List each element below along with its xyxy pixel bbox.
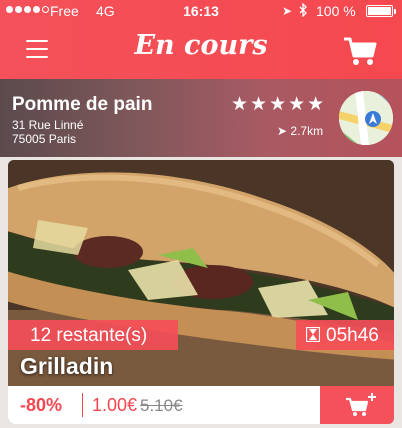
- battery-percent: 100 %: [316, 3, 356, 19]
- shop-address-street: 31 Rue Linné: [12, 118, 84, 132]
- timer-value: 05h46: [326, 325, 379, 346]
- distance-value: 2.7km: [290, 124, 324, 138]
- app-header: Free 4G 16:13 ➤ 100 % En cours: [0, 0, 402, 79]
- cart-button[interactable]: [343, 36, 377, 66]
- battery-icon: [366, 5, 396, 17]
- product-card[interactable]: 12 restante(s) 05h46 Grilladin -80% 1.00…: [8, 160, 394, 424]
- product-name: Grilladin: [20, 353, 114, 379]
- discount-badge: -80%: [20, 395, 63, 415]
- bluetooth-icon: [299, 2, 308, 20]
- cart-icon: [344, 37, 377, 65]
- status-bar: Free 4G 16:13 ➤ 100 %: [0, 0, 402, 22]
- map-button[interactable]: [339, 91, 393, 145]
- rating-stars: ★★★★★: [231, 94, 327, 115]
- location-arrow-icon: ➤: [282, 4, 293, 18]
- timer-badge: 05h46: [296, 320, 394, 350]
- current-price: 1.00€: [92, 395, 138, 415]
- price-bar: -80% 1.00€ 5.10€: [8, 386, 394, 424]
- shop-address-city: 75005 Paris: [12, 132, 77, 146]
- add-to-cart-button[interactable]: [320, 386, 394, 424]
- hourglass-icon: [306, 327, 320, 342]
- page-title: En cours: [134, 30, 268, 61]
- original-price: 5.10€: [140, 396, 183, 415]
- shop-info[interactable]: Pomme de pain 31 Rue Linné 75005 Paris ★…: [0, 79, 402, 157]
- shop-name: Pomme de pain: [12, 94, 153, 115]
- shop-distance: ➤ 2.7km: [277, 124, 323, 138]
- price-divider: [82, 393, 83, 417]
- add-to-cart-icon: [346, 393, 376, 416]
- maps-icon: [339, 91, 393, 145]
- location-arrow-icon: ➤: [277, 124, 288, 138]
- remaining-badge: 12 restante(s): [8, 320, 178, 350]
